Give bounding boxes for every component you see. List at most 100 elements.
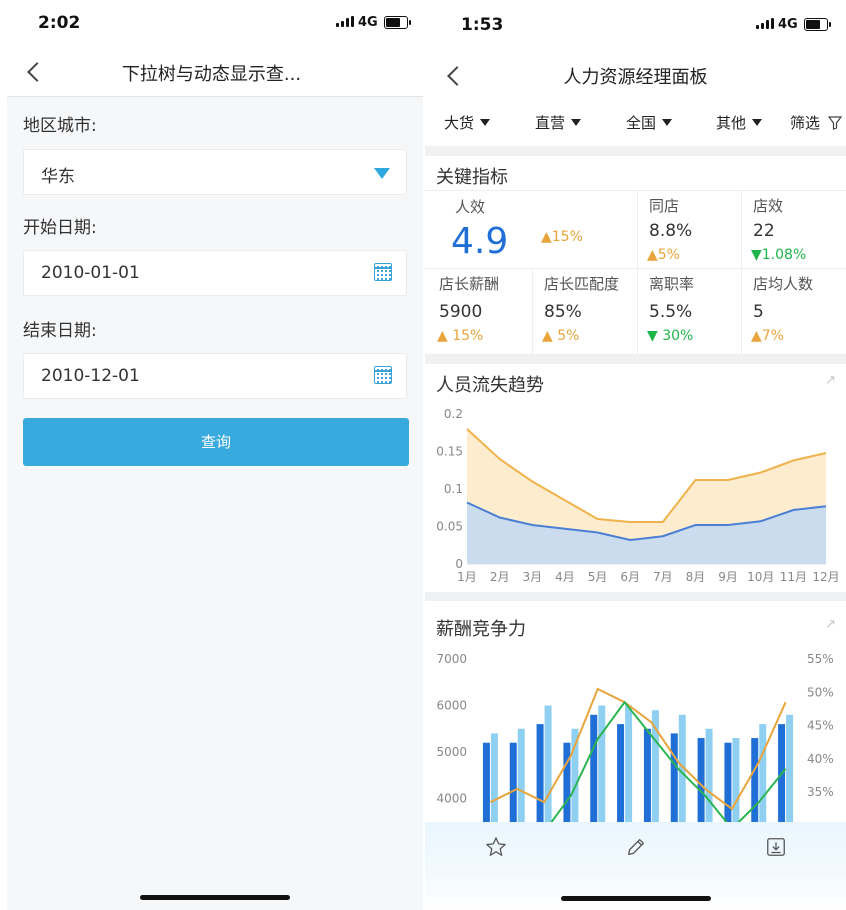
caret-down-icon — [752, 119, 763, 126]
x-tick-label: 8月 — [686, 570, 706, 584]
kpi-card-dianzhang-salary[interactable]: 店长薪酬 5900 ▲ 15% — [425, 269, 533, 355]
y-tick-label: 0.05 — [436, 520, 463, 534]
kpi-change: ▲5% — [647, 247, 680, 263]
kpi-card-headcount[interactable]: 店均人数 5 ▲7% — [742, 269, 846, 355]
bar — [724, 742, 732, 825]
filter-dahuo[interactable]: 大货 — [444, 112, 491, 133]
caret-down-icon — [662, 119, 673, 126]
kpi-value: 5900 — [439, 302, 483, 322]
salary-chart: 4000 5000 6000 7000 35% 40% 45% 50% 55% — [436, 652, 834, 825]
y2-tick-label: 35% — [807, 785, 834, 799]
kpi-value: 8.8% — [649, 221, 693, 241]
section-gap — [425, 592, 846, 601]
series-line — [489, 687, 787, 811]
status-time: 2:02 — [38, 13, 81, 33]
battery-icon — [804, 18, 831, 31]
kpi-change: ▲15% — [541, 229, 583, 245]
network-label: 4G — [358, 15, 378, 30]
kpi-value: 5.5% — [649, 302, 693, 322]
kpi-card-tongdian[interactable]: 同店 8.8% ▲5% — [638, 191, 742, 269]
kpi-value: 5 — [753, 302, 764, 322]
query-form: 地区城市: 华东 开始日期: 2010-01-01 结束日期: 2010-12-… — [7, 96, 423, 910]
kpi-value: 4.9 — [451, 221, 509, 262]
y-tick-label: 4000 — [436, 792, 467, 806]
bar — [490, 733, 498, 825]
start-date-label: 开始日期: — [23, 218, 97, 238]
query-button[interactable]: 查询 — [23, 418, 409, 466]
status-bar: 2:02 4G — [0, 0, 423, 46]
bar — [670, 733, 678, 825]
bar — [643, 728, 651, 825]
x-tick-label: 2月 — [490, 570, 510, 584]
y2-tick-label: 40% — [807, 752, 834, 766]
download-icon[interactable] — [765, 836, 787, 858]
bar — [759, 724, 767, 825]
status-bar: 1:53 4G — [425, 0, 846, 46]
section-gap — [425, 355, 846, 364]
x-tick-label: 11月 — [780, 570, 807, 584]
kpi-change: ▼1.08% — [751, 247, 807, 263]
kpi-change: ▼ 30% — [647, 328, 694, 344]
end-date-label: 结束日期: — [23, 321, 97, 341]
bar — [625, 705, 633, 825]
bar — [617, 724, 625, 825]
start-date-value: 2010-01-01 — [41, 263, 140, 283]
filter-zhiying[interactable]: 直营 — [535, 112, 582, 133]
calendar-icon[interactable] — [374, 263, 392, 281]
section-gap — [425, 146, 846, 156]
region-label: 地区城市: — [23, 116, 97, 136]
y2-tick-label: 45% — [807, 719, 834, 733]
bar — [482, 742, 490, 825]
bar — [751, 738, 759, 825]
region-select[interactable]: 华东 — [23, 149, 407, 195]
x-tick-label: 1月 — [457, 570, 477, 584]
expand-icon[interactable]: ↗ — [825, 617, 836, 632]
bar — [590, 714, 598, 825]
kpi-card-match[interactable]: 店长匹配度 85% ▲ 5% — [533, 269, 638, 355]
bar — [705, 728, 713, 825]
kpi-section-title: 关键指标 — [436, 167, 508, 188]
y-tick-label: 5000 — [436, 745, 467, 759]
bar — [563, 742, 571, 825]
filter-quanguo[interactable]: 全国 — [626, 112, 673, 133]
y-tick-label: 0.15 — [436, 445, 463, 459]
kpi-card-dianxiao[interactable]: 店效 22 ▼1.08% — [742, 191, 846, 269]
right-screen: 1:53 4G 人力资源经理面板 大货 直营 全国 其他 筛选 关键指标 人效 … — [425, 0, 846, 910]
kpi-name: 离职率 — [649, 275, 695, 293]
bar — [786, 714, 794, 825]
kpi-name: 店长薪酬 — [439, 275, 500, 293]
kpi-card-turnover[interactable]: 离职率 5.5% ▼ 30% — [638, 269, 742, 355]
filter-label: 筛选 — [790, 114, 821, 132]
x-tick-label: 6月 — [620, 570, 640, 584]
y-tick-label: 0.1 — [444, 482, 463, 496]
y-tick-label: 0.2 — [444, 407, 463, 421]
start-date-field[interactable]: 2010-01-01 — [23, 250, 407, 296]
kpi-name: 同店 — [649, 197, 680, 215]
x-tick-label: 3月 — [522, 570, 542, 584]
status-time: 1:53 — [461, 15, 504, 35]
kpi-card-renxiao[interactable]: 人效 4.9 ▲15% — [425, 191, 638, 269]
caret-down-icon — [571, 119, 582, 126]
pencil-icon[interactable] — [625, 836, 647, 858]
expand-icon[interactable]: ↗ — [825, 373, 836, 388]
kpi-value: 85% — [544, 302, 582, 322]
star-icon[interactable] — [485, 836, 507, 858]
bar — [509, 742, 517, 825]
caret-down-icon — [480, 119, 491, 126]
kpi-change: ▲ 5% — [542, 328, 580, 344]
region-value: 华东 — [41, 167, 75, 187]
x-tick-label: 9月 — [718, 570, 738, 584]
filter-qita[interactable]: 其他 — [716, 112, 763, 133]
calendar-icon[interactable] — [374, 366, 392, 384]
filter-button[interactable]: 筛选 — [790, 112, 842, 133]
x-tick-label: 12月 — [812, 570, 839, 584]
filter-bar: 大货 直营 全国 其他 筛选 — [425, 98, 846, 147]
nav-bar: 下拉树与动态显示查... — [0, 48, 423, 96]
signal-icon — [336, 16, 354, 27]
filter-label: 其他 — [716, 114, 747, 132]
battery-icon — [384, 16, 411, 29]
bar — [598, 705, 606, 825]
end-date-field[interactable]: 2010-12-01 — [23, 353, 407, 399]
x-tick-label: 10月 — [747, 570, 774, 584]
filter-label: 直营 — [535, 114, 566, 132]
